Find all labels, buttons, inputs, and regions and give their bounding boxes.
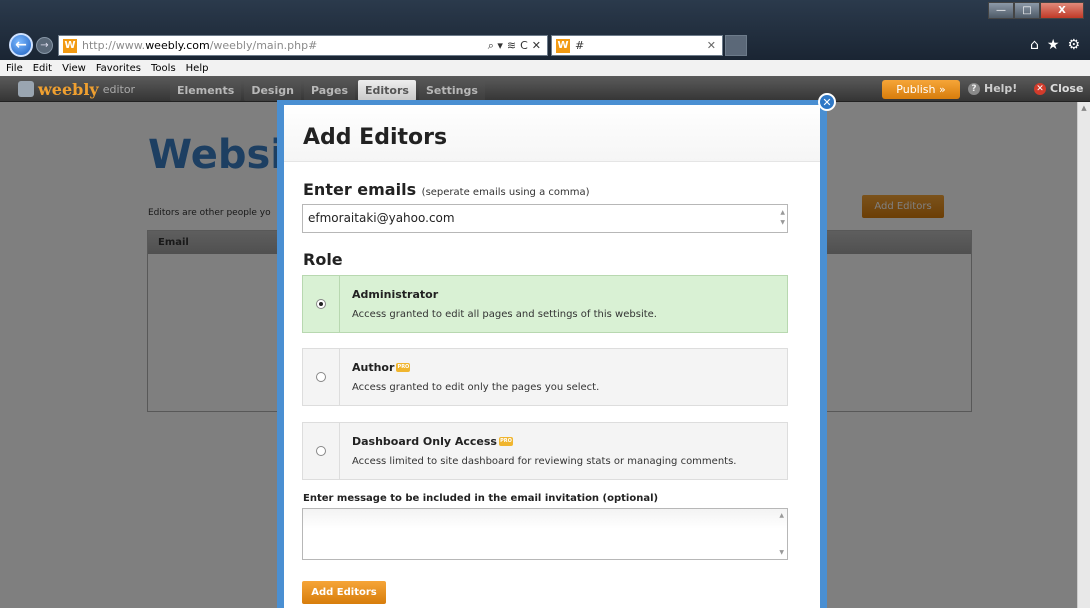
weebly-logo-icon bbox=[18, 81, 34, 97]
publish-button[interactable]: Publish » bbox=[882, 80, 960, 99]
tab-title: # bbox=[575, 39, 585, 52]
compatibility-icon[interactable]: ≋ bbox=[507, 39, 516, 53]
tab-close-icon[interactable]: ✕ bbox=[707, 39, 722, 52]
minimize-button[interactable]: — bbox=[988, 2, 1014, 19]
role-label: Role bbox=[303, 250, 343, 269]
url-domain: weebly.com bbox=[145, 39, 210, 52]
dialog-title: Add Editors bbox=[303, 125, 448, 150]
emails-hint: (seperate emails using a comma) bbox=[421, 187, 590, 198]
address-bar[interactable]: W http://www. weebly.com /weebly/main.ph… bbox=[58, 35, 548, 56]
role-name-text: Dashboard Only Access bbox=[352, 435, 497, 448]
weebly-favicon-icon: W bbox=[63, 38, 77, 53]
textarea-scroll-up-icon[interactable]: ▲ bbox=[779, 512, 784, 519]
browser-tab[interactable]: W # ✕ bbox=[551, 35, 723, 56]
forward-arrow-icon[interactable]: → bbox=[36, 37, 53, 54]
role-name: Administrator bbox=[352, 288, 657, 301]
tab-settings[interactable]: Settings bbox=[418, 80, 485, 101]
submit-add-editors-button[interactable]: Add Editors bbox=[302, 581, 386, 604]
add-editors-dialog: Add Editors Enter emails (seperate email… bbox=[277, 100, 827, 608]
dialog-close-icon[interactable]: ✕ bbox=[818, 93, 836, 111]
role-option-author[interactable]: Author PRO Access granted to edit only t… bbox=[302, 348, 788, 406]
scroll-up-arrow-icon[interactable]: ▲ bbox=[1078, 102, 1090, 112]
role-description: Access granted to edit only the pages yo… bbox=[352, 382, 600, 393]
browser-chrome: — □ X ← → W http://www. weebly.com /weeb… bbox=[0, 0, 1090, 60]
favorites-star-icon[interactable]: ★ bbox=[1047, 37, 1060, 53]
role-option-dashboard-only[interactable]: Dashboard Only Access PRO Access limited… bbox=[302, 422, 788, 480]
new-tab-button[interactable] bbox=[725, 35, 747, 56]
home-icon[interactable]: ⌂ bbox=[1030, 37, 1039, 53]
address-tools: ⌕ ▾ ≋ C ✕ bbox=[488, 39, 547, 53]
role-radio-dashboard-only[interactable] bbox=[316, 446, 326, 456]
window-close-button[interactable]: X bbox=[1040, 2, 1084, 19]
logo-text: weebly bbox=[38, 79, 99, 99]
menu-bar: File Edit View Favorites Tools Help bbox=[0, 60, 1090, 76]
role-name-text: Administrator bbox=[352, 288, 439, 301]
role-radio-cell bbox=[303, 276, 340, 332]
menu-favorites[interactable]: Favorites bbox=[96, 63, 141, 74]
role-radio-author[interactable] bbox=[316, 372, 326, 382]
role-name: Author PRO bbox=[352, 361, 599, 374]
radio-selected-dot bbox=[319, 302, 323, 306]
logo-subtitle: editor bbox=[102, 82, 136, 96]
close-editor-link[interactable]: ✕ Close bbox=[1034, 82, 1083, 95]
maximize-button[interactable]: □ bbox=[1014, 2, 1040, 19]
help-link[interactable]: ? Help! bbox=[968, 82, 1017, 95]
page-scrollbar[interactable]: ▲ bbox=[1077, 102, 1090, 608]
role-description: Access limited to site dashboard for rev… bbox=[352, 456, 737, 467]
menu-view[interactable]: View bbox=[62, 63, 86, 74]
menu-tools[interactable]: Tools bbox=[151, 63, 176, 74]
emails-input[interactable]: efmoraitaki@yahoo.com ▲ ▼ bbox=[302, 204, 788, 233]
weebly-logo[interactable]: weebly editor bbox=[18, 78, 135, 100]
role-radio-administrator[interactable] bbox=[316, 299, 326, 309]
pro-badge-icon: PRO bbox=[498, 437, 513, 446]
pro-badge-icon: PRO bbox=[396, 363, 411, 372]
role-radio-cell bbox=[303, 423, 340, 479]
menu-help[interactable]: Help bbox=[186, 63, 209, 74]
settings-gear-icon[interactable]: ⚙ bbox=[1067, 37, 1080, 53]
url-path: /weebly/main.php# bbox=[209, 39, 318, 52]
emails-input-value: efmoraitaki@yahoo.com bbox=[308, 211, 455, 225]
window-controls: — □ X bbox=[988, 2, 1084, 19]
role-name: Dashboard Only Access PRO bbox=[352, 435, 736, 448]
role-text: Author PRO Access granted to edit only t… bbox=[340, 349, 599, 405]
textarea-scroll-down-icon[interactable]: ▼ bbox=[779, 549, 784, 556]
emails-input-spinner[interactable]: ▲ ▼ bbox=[780, 208, 785, 228]
browser-right-icons: ⌂ ★ ⚙ bbox=[1030, 37, 1080, 53]
tab-pages[interactable]: Pages bbox=[303, 80, 356, 101]
url-prefix: http://www. bbox=[82, 39, 146, 52]
message-textarea[interactable]: ▲ ▼ bbox=[302, 508, 788, 560]
close-x-icon: ✕ bbox=[1034, 82, 1046, 95]
tab-design[interactable]: Design bbox=[244, 80, 301, 101]
emails-label-text: Enter emails bbox=[303, 180, 417, 199]
help-label: Help! bbox=[984, 82, 1018, 95]
editor-nav-tabs: Elements Design Pages Editors Settings bbox=[170, 80, 485, 101]
role-option-administrator[interactable]: Administrator Access granted to edit all… bbox=[302, 275, 788, 333]
tab-favicon-icon: W bbox=[556, 38, 570, 53]
role-text: Dashboard Only Access PRO Access limited… bbox=[340, 423, 736, 479]
role-radio-cell bbox=[303, 349, 340, 405]
role-name-text: Author bbox=[352, 361, 395, 374]
dialog-header: Add Editors bbox=[284, 105, 820, 162]
emails-label: Enter emails (seperate emails using a co… bbox=[303, 180, 590, 199]
close-label: Close bbox=[1050, 82, 1084, 95]
tab-elements[interactable]: Elements bbox=[170, 80, 242, 101]
menu-edit[interactable]: Edit bbox=[33, 63, 52, 74]
menu-file[interactable]: File bbox=[6, 63, 23, 74]
stop-icon[interactable]: ✕ bbox=[532, 39, 541, 53]
weebly-toolbar: weebly editor Elements Design Pages Edit… bbox=[0, 76, 1090, 102]
help-icon: ? bbox=[968, 82, 980, 95]
role-description: Access granted to edit all pages and set… bbox=[352, 309, 657, 320]
refresh-icon[interactable]: C bbox=[520, 39, 528, 53]
back-arrow-icon[interactable]: ← bbox=[9, 33, 33, 57]
search-dropdown-icon[interactable]: ⌕ ▾ bbox=[488, 39, 503, 53]
tab-editors[interactable]: Editors bbox=[358, 80, 416, 101]
role-text: Administrator Access granted to edit all… bbox=[340, 276, 657, 332]
message-label: Enter message to be included in the emai… bbox=[303, 493, 659, 504]
dialog-body: Add Editors Enter emails (seperate email… bbox=[284, 105, 820, 608]
